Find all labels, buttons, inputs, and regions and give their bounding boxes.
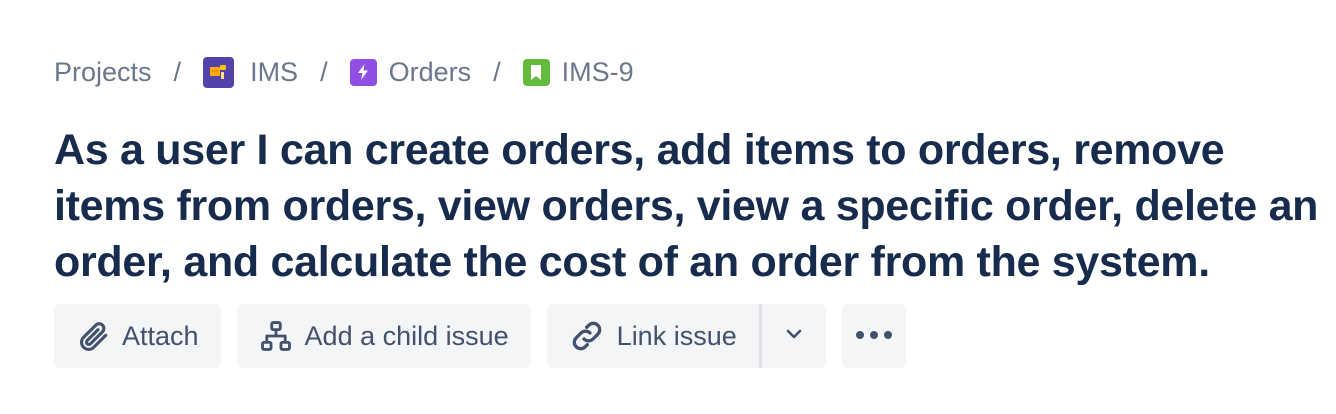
link-issue-split-button: Link issue: [546, 304, 826, 368]
breadcrumb-label: Orders: [388, 56, 472, 87]
link-icon: [569, 318, 605, 354]
project-avatar-icon: [203, 56, 235, 88]
breadcrumb-separator: /: [173, 56, 182, 87]
breadcrumb-label: Projects: [54, 56, 152, 87]
breadcrumb-epic-orders[interactable]: Orders: [349, 56, 472, 88]
breadcrumb-issue-key[interactable]: IMS-9: [522, 56, 634, 88]
more-horizontal-icon: [854, 327, 894, 345]
link-issue-dropdown-button[interactable]: [761, 304, 826, 368]
link-issue-label: Link issue: [616, 320, 737, 351]
hierarchy-icon: [259, 319, 293, 353]
add-child-issue-label: Add a child issue: [304, 320, 509, 351]
issue-actions-toolbar: Attach Add a child issue Link issue: [54, 304, 1324, 368]
add-child-issue-button[interactable]: Add a child issue: [236, 304, 531, 368]
breadcrumb: Projects / IMS / Orders / IMS-9: [54, 52, 1324, 92]
issue-title[interactable]: As a user I can create orders, add items…: [54, 122, 1324, 290]
breadcrumb-separator: /: [493, 56, 501, 87]
epic-lightning-icon: [349, 58, 377, 86]
story-bookmark-icon: [522, 58, 550, 86]
attach-button[interactable]: Attach: [54, 304, 221, 368]
breadcrumb-label: IMS-9: [561, 56, 634, 87]
breadcrumb-label: IMS: [250, 56, 299, 87]
breadcrumb-project-ims[interactable]: IMS: [203, 56, 299, 88]
link-issue-button[interactable]: Link issue: [546, 304, 759, 368]
breadcrumb-projects[interactable]: Projects: [54, 57, 152, 88]
breadcrumb-separator: /: [320, 56, 328, 87]
attach-label: Attach: [122, 320, 199, 351]
chevron-down-icon: [785, 327, 803, 345]
paperclip-icon: [76, 319, 110, 353]
more-actions-button[interactable]: [841, 304, 906, 368]
issue-header: Projects / IMS / Orders / IMS-9 As a use…: [54, 52, 1324, 368]
